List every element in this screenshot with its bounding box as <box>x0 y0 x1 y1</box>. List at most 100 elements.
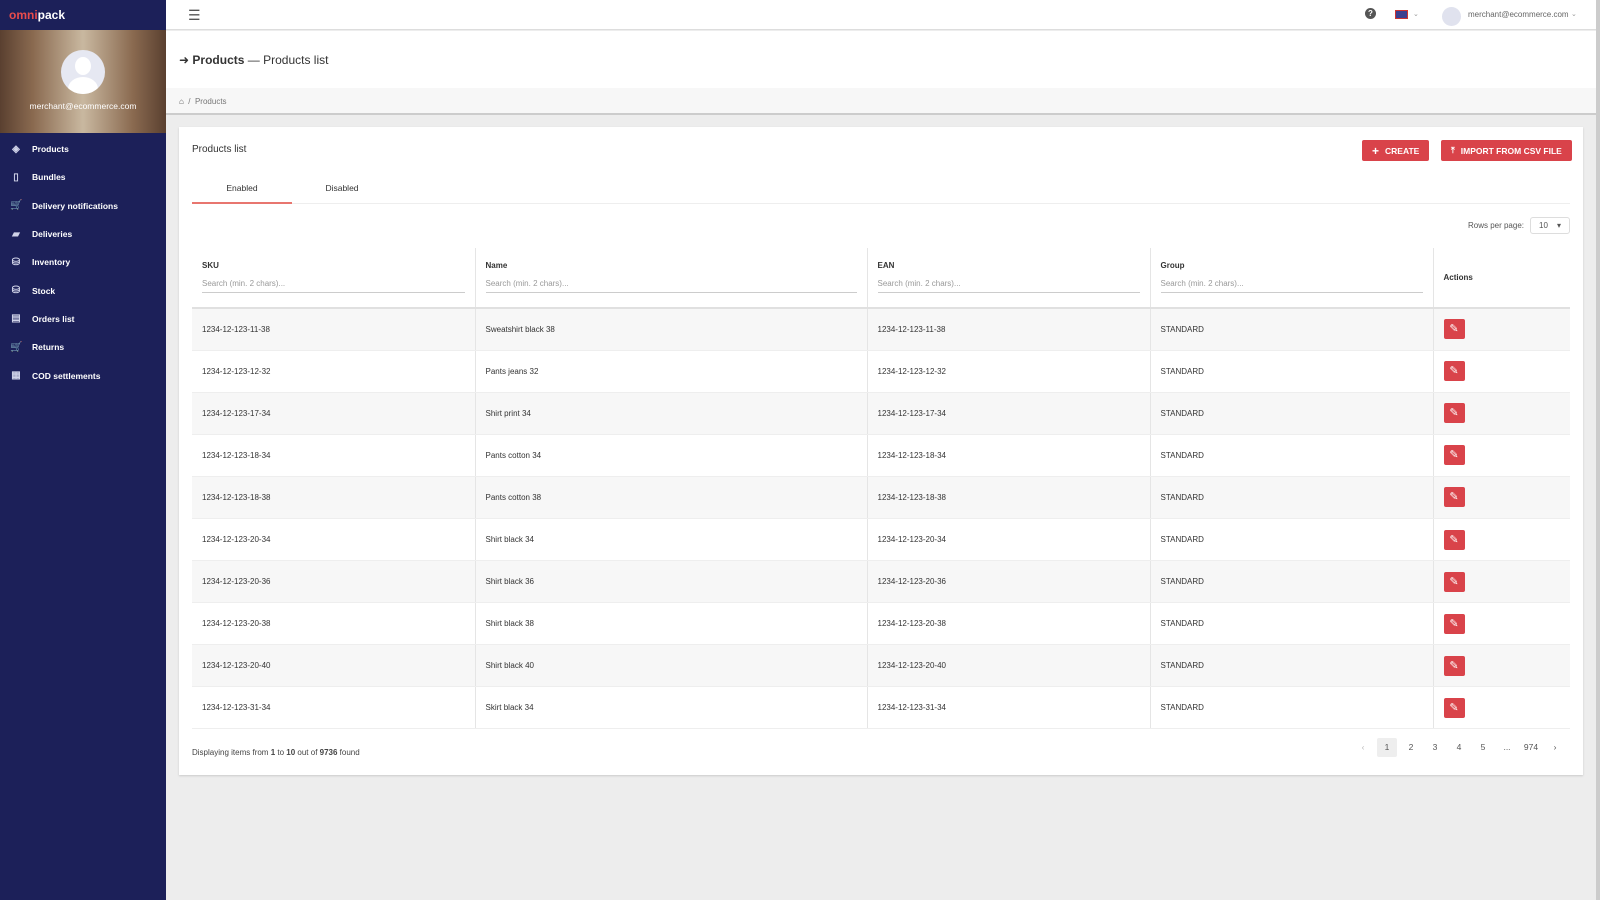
table-cell: Pants cotton 38 <box>475 476 868 519</box>
table-row: 1234-12-123-17-34 Shirt print 34 1234-12-1… <box>192 392 1570 435</box>
sidebar-item-stock[interactable]: ⛁ Stock <box>0 276 166 304</box>
chevron-down-icon[interactable]: ⌄ <box>1571 10 1577 18</box>
sidebar-item-orders-list[interactable]: ▤ Orders list <box>0 305 166 333</box>
create-button[interactable]: + CREATE <box>1362 140 1430 161</box>
column-search-input[interactable]: Search (min. 2 chars)... <box>1160 279 1423 293</box>
table-cell: 1234-12-123-20-36 <box>867 560 1151 604</box>
table-cell: Sweatshirt black 38 <box>475 308 868 351</box>
scrollbar[interactable] <box>1596 0 1600 900</box>
pencil-icon: ✎ <box>1449 617 1459 630</box>
sidebar-item-products[interactable]: ◈ Products <box>0 135 166 163</box>
page-button[interactable]: 4 <box>1449 738 1469 757</box>
upload-icon: ⤒ <box>1451 145 1455 155</box>
edit-button[interactable]: ✎ <box>1443 697 1465 718</box>
prev-page-icon[interactable]: ‹ <box>1353 738 1373 757</box>
column-search-input[interactable]: Search (min. 2 chars)... <box>877 279 1140 293</box>
table-cell: 1234-12-123-20-34 <box>867 518 1151 562</box>
sidebar: omnipack merchant@ecommerce.com ◈ Product… <box>0 0 166 900</box>
logo[interactable]: omnipack <box>0 0 166 30</box>
user-menu[interactable]: merchant@ecommerce.com <box>1468 10 1569 19</box>
table-cell: 1234-12-123-18-34 <box>192 434 476 477</box>
help-icon[interactable]: ? <box>1365 8 1376 19</box>
menu-icon[interactable]: ☰ <box>188 7 201 24</box>
table-row: 1234-12-123-20-40 Shirt black 40 1234-12-1… <box>192 644 1570 688</box>
pencil-icon: ✎ <box>1449 407 1459 420</box>
inventory-icon: ⛁ <box>11 256 21 268</box>
rows-per-page: Rows per page: 10 ▾ <box>1468 217 1570 234</box>
edit-button[interactable]: ✎ <box>1443 613 1465 634</box>
profile-email: merchant@ecommerce.com <box>29 101 137 111</box>
edit-button[interactable]: ✎ <box>1443 361 1465 382</box>
table-cell: Shirt print 34 <box>475 392 868 435</box>
page-button[interactable]: ... <box>1497 738 1517 757</box>
table-cell: STANDARD <box>1150 518 1434 562</box>
products-card: Products list + CREATE ⤒ IMPORT FROM CSV F… <box>179 127 1583 775</box>
chevron-down-icon[interactable]: ⌄ <box>1413 10 1419 18</box>
stock-icon: ⛁ <box>11 285 21 297</box>
products-table: SKU Search (min. 2 chars)... Name Search (m… <box>192 248 1570 730</box>
table-row: 1234-12-123-20-34 Shirt black 34 1234-12-1… <box>192 518 1570 562</box>
table-cell: 1234-12-123-20-34 <box>192 518 476 562</box>
sidebar-item-cod-settlements[interactable]: ▦ COD settlements <box>0 361 166 389</box>
table-cell: 1234-12-123-31-34 <box>867 686 1151 730</box>
page-header: ➜ Products — Products list <box>166 31 1596 88</box>
page-button[interactable]: 5 <box>1473 738 1493 757</box>
edit-button[interactable]: ✎ <box>1443 571 1465 592</box>
table-row: 1234-12-123-20-36 Shirt black 36 1234-12-1… <box>192 560 1570 604</box>
page-button[interactable]: 974 <box>1521 738 1541 757</box>
column-search-input[interactable]: Search (min. 2 chars)... <box>202 279 465 293</box>
column-search-input[interactable]: Search (min. 2 chars)... <box>485 279 857 293</box>
edit-button[interactable]: ✎ <box>1443 529 1465 550</box>
rows-per-page-select[interactable]: 10 ▾ <box>1530 217 1570 234</box>
page-button[interactable]: 3 <box>1425 738 1445 757</box>
sidebar-item-delivery-notifications[interactable]: 🛒 Delivery notifications <box>0 192 166 220</box>
table-cell: STANDARD <box>1150 602 1434 646</box>
table-cell: 1234-12-123-17-34 <box>192 392 476 435</box>
table-cell: 1234-12-123-20-38 <box>867 602 1151 646</box>
sidebar-item-bundles[interactable]: ▯ Bundles <box>0 163 166 191</box>
page-button[interactable]: 1 <box>1377 738 1397 757</box>
edit-button[interactable]: ✎ <box>1443 319 1465 340</box>
home-icon[interactable]: ⌂ <box>179 97 184 106</box>
edit-button[interactable]: ✎ <box>1443 403 1465 424</box>
table-cell: STANDARD <box>1150 308 1434 351</box>
sidebar-item-returns[interactable]: 🛒 Returns <box>0 333 166 361</box>
sidebar-item-inventory[interactable]: ⛁ Inventory <box>0 248 166 276</box>
edit-button[interactable]: ✎ <box>1443 655 1465 676</box>
table-row: 1234-12-123-12-32 Pants jeans 32 1234-12-1… <box>192 350 1570 393</box>
sidebar-item-deliveries[interactable]: ▰ Deliveries <box>0 220 166 248</box>
table-cell: 1234-12-123-18-38 <box>867 476 1151 519</box>
tab-disabled[interactable]: Disabled <box>292 177 392 204</box>
user-avatar[interactable] <box>1442 7 1461 26</box>
table-cell: STANDARD <box>1150 350 1434 393</box>
card-title: Products list <box>192 144 247 155</box>
next-page-icon[interactable]: › <box>1545 738 1565 757</box>
breadcrumb: ⌂ / Products <box>166 88 1596 115</box>
column-header: Name Search (min. 2 chars)... <box>475 248 868 309</box>
pencil-icon: ✎ <box>1449 449 1459 462</box>
profile-hero: merchant@ecommerce.com <box>0 30 166 133</box>
table-cell: 1234-12-123-20-40 <box>867 644 1151 688</box>
table-cell: Shirt black 34 <box>475 518 868 562</box>
table-row: 1234-12-123-18-34 Pants cotton 34 1234-12-… <box>192 434 1570 477</box>
table-cell: 1234-12-123-12-32 <box>192 350 476 393</box>
plus-icon: + <box>1372 143 1380 158</box>
pencil-icon: ✎ <box>1449 323 1459 336</box>
table-row: 1234-12-123-18-38 Pants cotton 38 1234-12-… <box>192 476 1570 519</box>
edit-button[interactable]: ✎ <box>1443 487 1465 508</box>
edit-button[interactable]: ✎ <box>1443 445 1465 466</box>
column-header: SKU Search (min. 2 chars)... <box>192 248 476 309</box>
list-icon: ▤ <box>11 313 21 325</box>
topbar: ☰ ? ⌄ merchant@ecommerce.com ⌄ <box>166 0 1596 30</box>
table-cell: 1234-12-123-17-34 <box>867 392 1151 435</box>
table-cell: STANDARD <box>1150 476 1434 519</box>
uk-flag-icon[interactable] <box>1395 10 1408 19</box>
table-cell: 1234-12-123-18-34 <box>867 434 1151 477</box>
import-csv-button[interactable]: ⤒ IMPORT FROM CSV FILE <box>1441 140 1572 161</box>
arrow-circle-icon: ➜ <box>179 53 190 67</box>
grid-icon: ▦ <box>11 370 21 382</box>
page-button[interactable]: 2 <box>1401 738 1421 757</box>
pencil-icon: ✎ <box>1449 533 1459 546</box>
table-cell: STANDARD <box>1150 392 1434 435</box>
tab-enabled[interactable]: Enabled <box>192 177 292 204</box>
